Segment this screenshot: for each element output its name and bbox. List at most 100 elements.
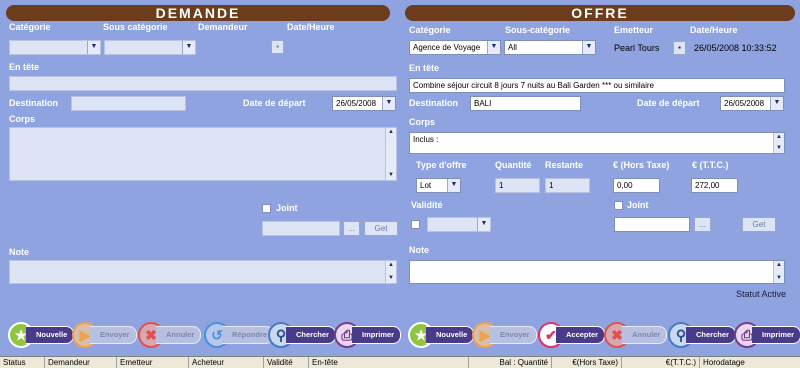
categorie-value: Agence de Voyage (413, 43, 481, 52)
annuler-label: Annuler (156, 326, 202, 344)
envoyer-label: Envoyer (90, 326, 137, 344)
browse-button[interactable]: ... (694, 217, 711, 232)
corps-label: Corps (9, 114, 36, 124)
validite-select[interactable]: ▼ (427, 217, 491, 232)
emetteur-label: Emetteur (614, 25, 654, 35)
get-button[interactable]: Get (364, 221, 398, 236)
joint-label: Joint (276, 203, 298, 213)
joint-file-field[interactable] (262, 221, 340, 236)
repondre-button[interactable]: ↺ Répondre (204, 322, 275, 348)
sous-categorie-select[interactable]: All ▼ (504, 40, 596, 55)
categorie-select[interactable]: Agence de Voyage ▼ (409, 40, 501, 55)
corps-scrollbar[interactable]: ▲ ▼ (385, 128, 396, 180)
nouvelle-button[interactable]: ★ Nouvelle (408, 322, 475, 348)
nouvelle-button[interactable]: ★ Nouvelle (8, 322, 75, 348)
type-offre-value: Lot (420, 181, 432, 190)
annuler-button[interactable]: ✖ Annuler (604, 322, 668, 348)
ht-field[interactable]: 0,00 (613, 178, 660, 193)
column-header-acheteur[interactable]: Acheteur (189, 357, 264, 368)
en-tete-label: En tête (9, 62, 40, 72)
validite-checkbox[interactable] (411, 220, 420, 229)
joint-checkbox[interactable] (262, 204, 271, 213)
accepter-button[interactable]: ✔ Accepter (538, 322, 606, 348)
corps-value: Inclus : (413, 135, 439, 144)
status-text: Statut Active (736, 289, 787, 299)
imprimer-button[interactable]: ⎙ Imprimer (734, 322, 800, 348)
destination-label: Destination (9, 98, 59, 108)
corps-textarea[interactable]: Inclus : ▲ ▼ (409, 132, 785, 154)
type-offre-select[interactable]: Lot ▼ (416, 178, 461, 193)
column-header-quantite[interactable]: Bal : Quantité (469, 357, 552, 368)
ht-label: € (Hors Taxe) (613, 160, 670, 170)
chercher-button[interactable]: ⚲ Chercher (268, 322, 336, 348)
column-header-horodatage[interactable]: Horodatage (700, 357, 800, 368)
annuler-button[interactable]: ✖ Annuler (138, 322, 202, 348)
chevron-down-icon: ▼ (770, 97, 783, 110)
column-header-demandeur[interactable]: Demandeur (45, 357, 117, 368)
ttc-field[interactable]: 272,00 (691, 178, 738, 193)
en-tete-field[interactable] (9, 76, 397, 91)
scroll-up-icon[interactable]: ▲ (386, 261, 396, 270)
date-depart-select[interactable]: 26/05/2008 ▼ (332, 96, 396, 111)
scroll-up-icon[interactable]: ▲ (386, 128, 396, 137)
note-textarea[interactable]: ▲ ▼ (9, 260, 397, 284)
joint-checkbox[interactable] (614, 201, 623, 210)
en-tete-field[interactable]: Combine séjour circuit 8 jours 7 nuits a… (409, 78, 785, 93)
column-header-status[interactable]: Status (0, 357, 45, 368)
scroll-up-icon[interactable]: ▲ (774, 261, 784, 270)
column-header-en-tete[interactable]: En-tête (309, 357, 469, 368)
date-picker-button[interactable]: ▪ (271, 40, 284, 54)
chercher-button[interactable]: ⚲ Chercher (668, 322, 736, 348)
date-heure-label: Date/Heure (287, 22, 335, 32)
envoyer-label: Envoyer (490, 326, 537, 344)
destination-field[interactable] (71, 96, 186, 111)
date-depart-label: Date de départ (243, 98, 306, 108)
note-label: Note (9, 247, 29, 257)
date-depart-select[interactable]: 26/05/2008 ▼ (720, 96, 784, 111)
chevron-down-icon: ▼ (487, 41, 500, 54)
offre-panel: OFFRE Catégorie Sous-catégorie Emetteur … (402, 0, 800, 317)
get-button[interactable]: Get (742, 217, 776, 232)
scroll-down-icon[interactable]: ▼ (386, 274, 396, 283)
chevron-down-icon: ▼ (582, 41, 595, 54)
column-header-hors-taxe[interactable]: €(Hors Taxe) (552, 357, 622, 368)
date-picker-button[interactable]: ▪ (673, 41, 686, 55)
categorie-label: Catégorie (9, 22, 51, 32)
note-scrollbar[interactable]: ▲ ▼ (773, 261, 784, 283)
scroll-down-icon[interactable]: ▼ (386, 171, 396, 180)
categorie-select[interactable]: ▼ (9, 40, 101, 55)
demande-title: DEMANDE (6, 5, 390, 21)
nouvelle-label: Nouvelle (426, 326, 475, 344)
demande-panel: DEMANDE Catégorie Sous catégorie Demande… (0, 0, 398, 317)
categorie-label: Catégorie (409, 25, 451, 35)
chercher-label: Chercher (686, 326, 736, 344)
corps-label: Corps (409, 117, 436, 127)
column-header-ttc[interactable]: €(T.T.C.) (622, 357, 700, 368)
scroll-up-icon[interactable]: ▲ (774, 133, 784, 142)
browse-button[interactable]: ... (343, 221, 360, 236)
note-textarea[interactable]: ▲ ▼ (409, 260, 785, 284)
note-scrollbar[interactable]: ▲ ▼ (385, 261, 396, 283)
corps-scrollbar[interactable]: ▲ ▼ (773, 133, 784, 153)
envoyer-button[interactable]: ▶ Envoyer (472, 322, 537, 348)
scroll-down-icon[interactable]: ▼ (774, 274, 784, 283)
scroll-down-icon[interactable]: ▼ (774, 144, 784, 153)
date-depart-label: Date de départ (637, 98, 700, 108)
corps-textarea[interactable]: ▲ ▼ (9, 127, 397, 181)
restante-field: 1 (545, 178, 590, 193)
date-heure-value: 26/05/2008 10:33:52 (694, 43, 777, 53)
joint-file-field[interactable] (614, 217, 690, 232)
date-depart-value: 26/05/2008 (336, 99, 377, 108)
accepter-label: Accepter (556, 326, 606, 344)
column-header-emetteur[interactable]: Emetteur (117, 357, 189, 368)
date-depart-value: 26/05/2008 (724, 99, 765, 108)
annuler-label: Annuler (622, 326, 668, 344)
sous-categorie-select[interactable]: ▼ (104, 40, 196, 55)
imprimer-button[interactable]: ⎙ Imprimer (334, 322, 402, 348)
restante-label: Restante (545, 160, 584, 170)
note-label: Note (409, 245, 429, 255)
column-header-validite[interactable]: Validité (264, 357, 309, 368)
destination-field[interactable]: BALI (470, 96, 581, 111)
envoyer-button[interactable]: ▶ Envoyer (72, 322, 137, 348)
imprimer-label: Imprimer (352, 326, 402, 344)
